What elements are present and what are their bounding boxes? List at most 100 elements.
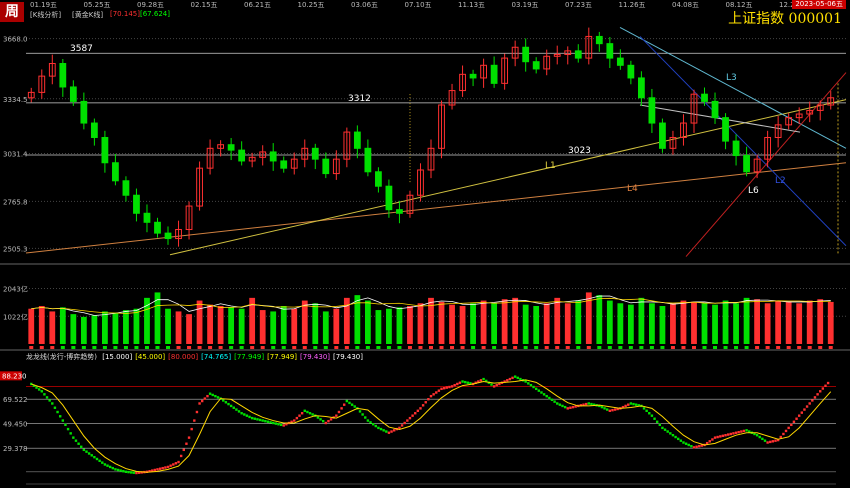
oscillator-dot — [158, 467, 162, 470]
signal-strip-dot — [628, 346, 633, 349]
trendline-l6 — [685, 72, 847, 257]
oscillator-dot — [424, 401, 427, 404]
volume-bar — [670, 303, 676, 344]
oscillator-dot — [761, 437, 764, 441]
volume-bar — [470, 303, 476, 344]
candle-body — [385, 185, 393, 211]
oscillator-dot — [648, 412, 651, 415]
signal-strip-dot — [502, 346, 507, 349]
oscillator-dot — [690, 444, 693, 448]
price-axis-label: 2765.8 — [3, 198, 28, 206]
oscillator-dot — [385, 430, 388, 433]
oscillator-dot — [558, 403, 562, 406]
trendline-l3 — [619, 26, 847, 149]
oscillator-dot — [119, 469, 122, 472]
trendline-l2 — [639, 36, 847, 247]
oscillator-dot — [82, 448, 86, 452]
oscillator-dot — [72, 436, 75, 439]
oscillator-dot — [758, 435, 761, 439]
oscillator-dot — [708, 440, 711, 443]
oscillator-dot — [345, 399, 349, 403]
indicator-param: [79.430] — [333, 353, 363, 361]
volume-bar — [165, 308, 171, 344]
oscillator-dot — [790, 423, 793, 427]
candle-body — [375, 171, 382, 187]
oscillator-dot — [600, 405, 604, 409]
trend-label: L3 — [726, 73, 737, 83]
signal-strip-dot — [260, 346, 265, 349]
oscillator-dot — [627, 403, 630, 406]
oscillator-dot — [51, 402, 54, 405]
chart-svg[interactable]: 3668.0 3334.5 3031.4 2765.8 2505.3 3587 3312 30… — [0, 0, 850, 488]
oscillator-dot — [671, 434, 675, 437]
volume-bar — [49, 311, 56, 344]
signal-strip-dot — [292, 346, 297, 349]
oscillator-dot — [187, 436, 191, 439]
oscillator-dot — [437, 389, 441, 392]
oscillator-dot — [429, 394, 433, 398]
oscillator-dot — [243, 413, 246, 416]
signal-strip-dot — [376, 346, 381, 349]
oscillator-dot — [771, 440, 775, 443]
oscillator-dot — [629, 402, 633, 405]
volume-bar — [386, 308, 392, 344]
signal-strip-dot — [597, 346, 602, 349]
oscillator-dot — [824, 384, 827, 387]
signal-strip-dot — [397, 346, 402, 349]
oscillator-dot — [266, 420, 270, 423]
oscillator-dot — [797, 414, 801, 417]
oscillator-dot — [716, 435, 719, 439]
signal-strip-dot — [418, 346, 423, 349]
candle-body — [269, 151, 277, 162]
signal-strip-dot — [670, 346, 675, 349]
oscillator-dot — [466, 381, 470, 384]
oscillator-dot — [587, 402, 590, 405]
oscillator-dot — [80, 445, 83, 448]
candle-body — [627, 64, 635, 79]
signal-strip-dot — [618, 346, 623, 349]
oscillator-dot — [127, 470, 130, 474]
oscillator-dot — [329, 418, 333, 421]
candle-body — [659, 122, 666, 149]
signal-strip-dot — [123, 346, 128, 349]
candle-body — [396, 209, 403, 214]
oscillator-dot — [327, 419, 330, 423]
volume-bar — [554, 297, 561, 344]
oscillator-dot — [403, 421, 406, 425]
oscillator-dot — [240, 412, 243, 415]
signal-strip-dot — [60, 346, 65, 349]
oscillator-dot — [364, 416, 367, 419]
volume-bar — [123, 310, 129, 344]
oscillator-dot — [340, 407, 343, 410]
signal-strip-dot — [176, 346, 181, 349]
candle-body — [595, 35, 603, 45]
signal-strip-dot — [523, 346, 528, 349]
signal-strip-dot — [649, 346, 654, 349]
oscillator-dot — [663, 428, 667, 431]
candle-body — [637, 77, 645, 99]
oscillator-dot — [321, 419, 325, 423]
oscillator-dot — [516, 376, 519, 380]
trend-label: L1 — [545, 161, 556, 171]
oscillator-dot — [737, 430, 740, 434]
signal-strip-dot — [607, 346, 612, 349]
oscillator-dot — [695, 445, 698, 448]
oscillator-dot — [826, 381, 830, 385]
oscillator-dot — [77, 442, 80, 445]
signal-strip-dot — [439, 346, 444, 349]
volume-bar — [291, 308, 298, 344]
volume-bar — [638, 297, 645, 344]
oscillator-dot — [319, 418, 322, 421]
oscillator-dot — [545, 394, 548, 398]
volume-bar — [575, 300, 582, 344]
oscillator-dot — [658, 423, 661, 427]
signal-strip-dot — [313, 346, 318, 349]
signal-strip-dot — [71, 346, 76, 349]
volume-bar — [533, 306, 540, 344]
signal-strip-dot — [155, 346, 160, 349]
indicator-header: 龙龙线(龙行-博弈趋势) [15.000] [45.000] [80.000] [74… — [26, 352, 366, 362]
indicator-param: [77.949] — [267, 353, 298, 361]
oscillator-dot — [264, 419, 267, 423]
signal-strip-dot — [734, 346, 739, 349]
oscillator-dot — [66, 427, 70, 431]
